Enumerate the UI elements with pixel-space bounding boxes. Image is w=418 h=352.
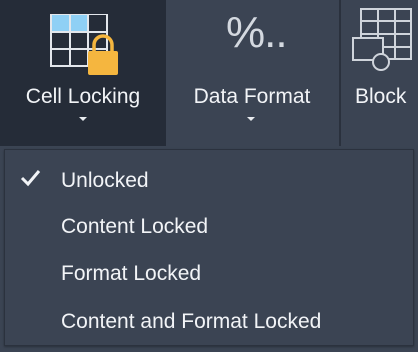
data-format-label: Data Format [193,85,311,108]
menu-item-label: Content and Format Locked [61,310,322,333]
menu-item-label: Unlocked [61,169,149,192]
menu-item-label: Format Locked [61,262,202,285]
cell-lock-icon [50,14,118,75]
ribbon-separator [339,0,341,146]
block-button[interactable]: Block [343,0,418,146]
insert-block-icon [352,8,412,71]
block-label: Block [355,85,407,108]
checkmark-icon [20,170,41,187]
ribbon-panel: Cell Locking %.. Data Format Block [0,0,418,146]
data-format-button[interactable]: %.. Data Format [170,0,334,146]
cell-locking-button[interactable]: Cell Locking [0,0,166,146]
menu-item-content-locked[interactable]: Content Locked [5,205,413,249]
cell-locking-dropdown: Unlocked Content Locked Format Locked Co… [4,149,414,346]
menu-item-unlocked[interactable]: Unlocked [5,159,413,203]
menu-item-label: Content Locked [61,215,209,238]
percent-format-icon: %.. [226,8,288,57]
cell-locking-label: Cell Locking [25,85,141,108]
chevron-down-icon [79,117,87,121]
chevron-down-icon [247,117,255,121]
menu-item-format-locked[interactable]: Format Locked [5,252,413,296]
menu-item-content-and-format-locked[interactable]: Content and Format Locked [5,300,413,344]
